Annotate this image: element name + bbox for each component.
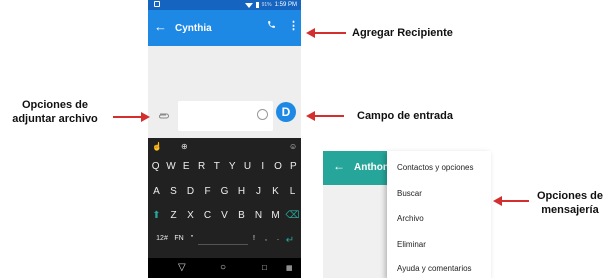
overflow-menu: Contactos y opciones Buscar Archivo Elim… [387,151,491,278]
backspace-icon[interactable]: ⌫ [284,210,301,221]
conversation-app-bar: ← Cynthia ⋮ [148,10,301,46]
key-g[interactable]: G [216,186,233,197]
hand-icon[interactable]: ☝ [152,142,162,151]
key-c[interactable]: C [199,210,216,221]
menu-item-archive[interactable]: Archivo [397,214,424,223]
shift-icon[interactable]: ⬆ [148,210,165,221]
keyboard-row-4: 12# FN " ! , . ↵ [148,235,301,246]
home-icon[interactable]: ○ [220,262,226,273]
more-options-icon[interactable]: ⋮ [288,19,299,32]
quote-key[interactable]: " [186,235,198,246]
arrow-head-right [141,112,150,122]
callout-messaging-options: Opciones de mensajería [528,189,612,217]
key-f[interactable]: F [199,186,216,197]
keyboard-row-2: A S D F G H J K L [148,186,301,197]
callout-attach-line2: adjuntar archivo [12,113,98,125]
battery-level: 91% [261,2,272,8]
key-i[interactable]: I [255,161,270,172]
callout-attach-options: Opciones de adjuntar archivo [0,98,110,126]
contact-name: Anthon [354,162,389,173]
key-h[interactable]: H [233,186,250,197]
callout-attach-line1: Opciones de [21,99,89,111]
fn-key[interactable]: FN [172,235,186,246]
key-r[interactable]: R [194,161,209,172]
arrow-line [501,200,529,202]
menu-item-contacts-options[interactable]: Contactos y opciones [397,163,474,172]
key-o[interactable]: O [270,161,285,172]
period-key[interactable]: . [272,235,284,246]
clock: 1:59 PM [274,2,297,8]
keyboard-row-1: Q W E R T Y U I O P [148,161,301,172]
key-q[interactable]: Q [148,161,163,172]
menu-item-search[interactable]: Buscar [397,189,422,198]
key-w[interactable]: W [163,161,178,172]
key-z[interactable]: Z [165,210,182,221]
space-bar[interactable] [198,235,248,245]
key-m[interactable]: M [267,210,284,221]
callout-input-field: Campo de entrada [357,110,453,122]
key-v[interactable]: V [216,210,233,221]
key-y[interactable]: Y [225,161,240,172]
key-u[interactable]: U [240,161,255,172]
recents-icon[interactable]: □ [262,263,267,272]
phone-icon[interactable] [267,20,276,32]
emoji-icon[interactable]: ☺ [289,142,297,151]
notification-icon [154,1,160,7]
key-t[interactable]: T [209,161,224,172]
keyboard-row-3: ⬆ Z X C V B N M ⌫ [148,210,301,221]
signal-icon [244,2,253,8]
battery-icon [255,2,259,8]
globe-icon[interactable]: ⊕ [181,142,188,151]
key-b[interactable]: B [233,210,250,221]
callout-messaging-line1: Opciones de [536,190,604,202]
key-e[interactable]: E [179,161,194,172]
key-x[interactable]: X [182,210,199,221]
back-icon[interactable]: ▽ [178,262,186,273]
arrow-line [314,32,346,34]
key-d[interactable]: D [182,186,199,197]
comma-key[interactable]: , [260,235,272,246]
enter-key[interactable]: ↵ [284,235,296,246]
key-s[interactable]: S [165,186,182,197]
message-input[interactable] [178,101,273,131]
phone-screen: 91% 1:59 PM ← Cynthia ⋮ D ☝ ⊕ ☺ Q W E R … [148,0,301,278]
paperclip-icon[interactable] [158,108,170,122]
key-p[interactable]: P [286,161,301,172]
key-n[interactable]: N [250,210,267,221]
contact-name[interactable]: Cynthia [175,23,212,34]
key-a[interactable]: A [148,186,165,197]
status-bar: 91% 1:59 PM [148,0,301,10]
key-l[interactable]: L [284,186,301,197]
arrow-line [314,115,344,117]
navigation-bar: ▽ ○ □ ▦ [148,258,301,278]
key-j[interactable]: J [250,186,267,197]
exclam-key[interactable]: ! [248,235,260,246]
arrow-line [113,116,143,118]
back-arrow-icon[interactable]: ← [154,20,167,34]
message-thread [148,46,301,98]
back-arrow-icon[interactable]: ← [333,159,345,173]
symbols-key[interactable]: 12# [152,235,172,246]
callout-messaging-line2: mensajería [541,204,599,216]
callout-add-recipient: Agregar Recipiente [352,27,453,39]
key-k[interactable]: K [267,186,284,197]
menu-item-delete[interactable]: Eliminar [397,240,426,249]
send-button[interactable]: D [276,102,296,122]
emoji-icon[interactable] [257,109,268,120]
keyboard-icon[interactable]: ▦ [286,264,293,272]
menu-item-help-feedback[interactable]: Ayuda y comentarios [397,264,472,273]
